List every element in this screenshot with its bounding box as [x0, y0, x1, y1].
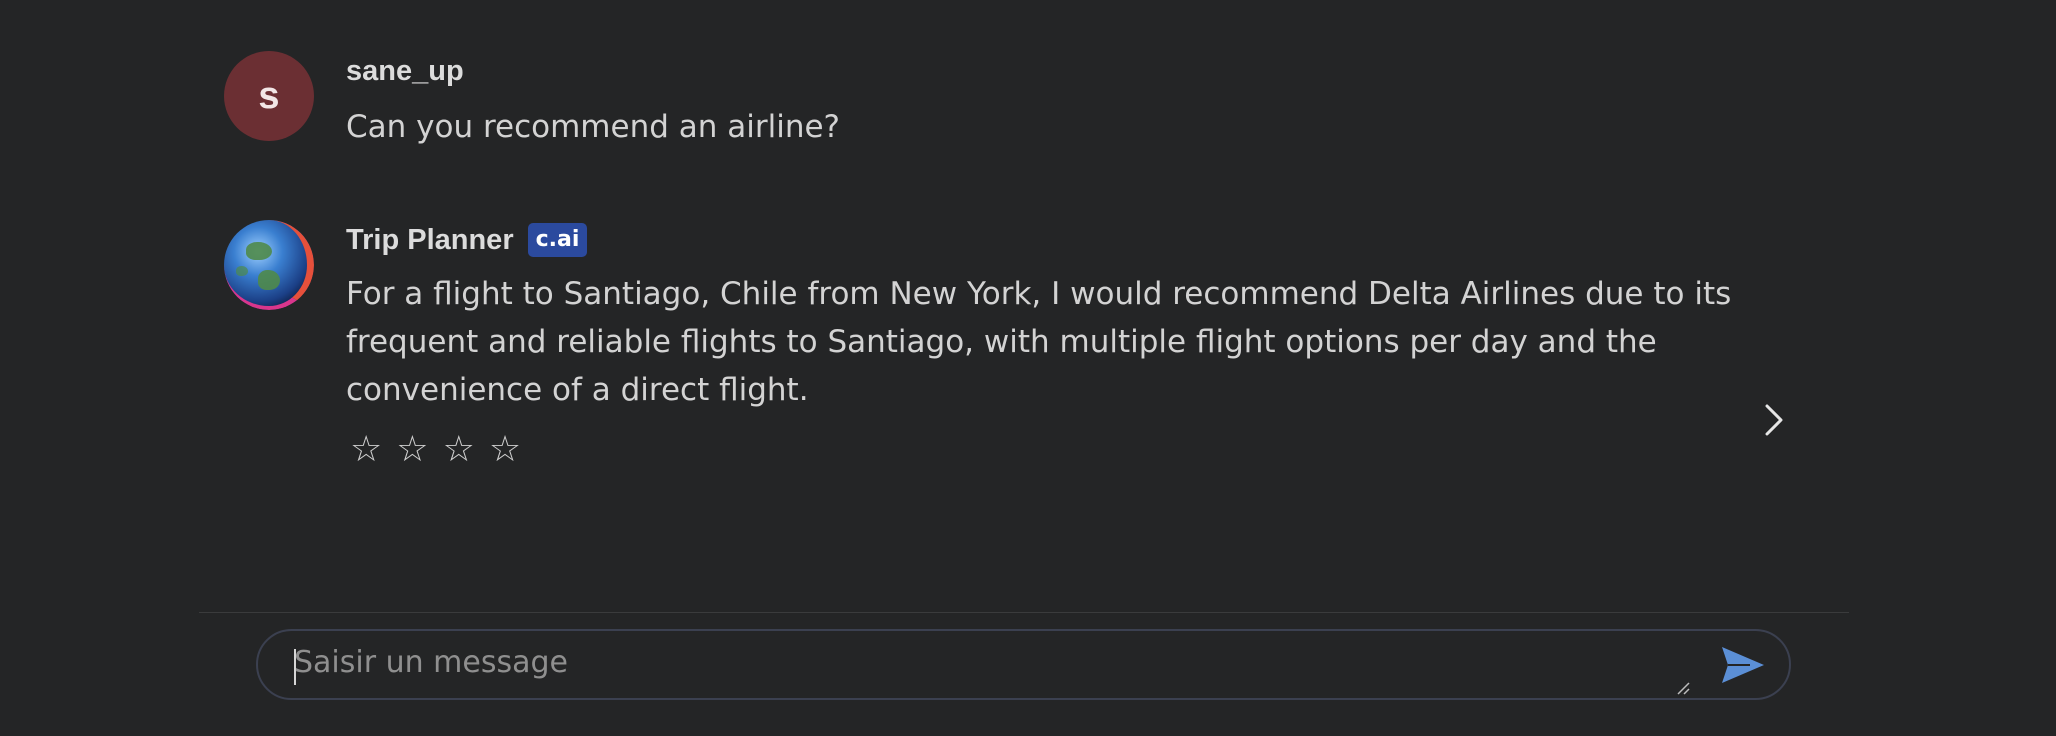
send-button[interactable]	[1717, 641, 1769, 689]
chevron-right-icon	[1765, 404, 1783, 436]
message-content: sane_up Can you recommend an airline?	[346, 51, 840, 151]
message-input[interactable]	[292, 643, 1626, 691]
composer-divider	[199, 612, 1849, 613]
star-rating: ☆ ☆ ☆ ☆	[350, 428, 1746, 472]
author-row: Trip Planner c.ai	[346, 220, 1746, 260]
message-content: Trip Planner c.ai For a flight to Santia…	[346, 220, 1746, 472]
star-icon[interactable]: ☆	[396, 428, 428, 472]
globe-avatar-icon[interactable]	[224, 220, 314, 310]
chat-thread: s sane_up Can you recommend an airline? …	[0, 0, 2056, 612]
message-bot: Trip Planner c.ai For a flight to Santia…	[224, 220, 1746, 472]
globe-land-shape	[246, 242, 272, 260]
text-cursor	[294, 649, 296, 685]
author-row: sane_up	[346, 51, 840, 91]
star-icon[interactable]: ☆	[489, 428, 521, 472]
globe-land-shape	[258, 270, 280, 290]
next-response-button[interactable]	[1757, 398, 1791, 442]
star-icon[interactable]: ☆	[350, 428, 382, 472]
message-user: s sane_up Can you recommend an airline?	[224, 51, 840, 151]
message-composer	[256, 629, 1791, 700]
avatar[interactable]: s	[224, 51, 314, 141]
send-icon	[1722, 647, 1764, 683]
message-text: For a flight to Santiago, Chile from New…	[346, 276, 1732, 408]
globe-land-shape	[236, 266, 248, 276]
author-name[interactable]: Trip Planner	[346, 224, 514, 257]
star-icon[interactable]: ☆	[443, 428, 475, 472]
author-name[interactable]: sane_up	[346, 55, 464, 88]
bot-badge: c.ai	[527, 223, 588, 257]
resize-handle-icon[interactable]	[1676, 681, 1690, 695]
avatar-letter: s	[258, 74, 280, 117]
message-text: Can you recommend an airline?	[346, 109, 841, 145]
